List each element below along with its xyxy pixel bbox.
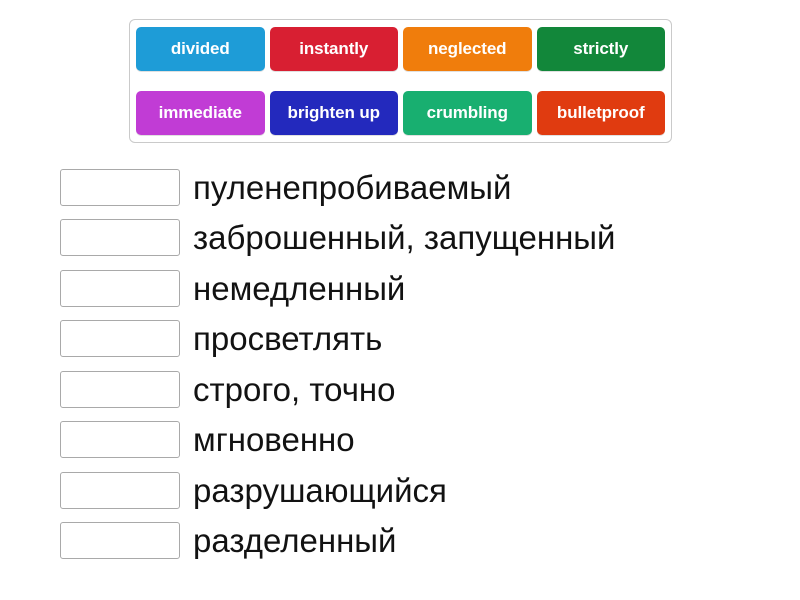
word-bank-panel: divided instantly neglected strictly imm… xyxy=(129,19,672,143)
prompt-text: немедленный xyxy=(193,269,406,307)
drop-zone[interactable] xyxy=(60,370,180,408)
word-tile-immediate[interactable]: immediate xyxy=(136,91,265,135)
answer-list: пуленепробиваемый заброшенный, запущенны… xyxy=(0,162,800,566)
drop-zone[interactable] xyxy=(60,269,180,307)
prompt-text: просветлять xyxy=(193,320,383,358)
answer-row: немедленный xyxy=(0,263,800,314)
drop-zone[interactable] xyxy=(60,522,180,560)
word-tile-crumbling[interactable]: crumbling xyxy=(403,91,532,135)
word-tile-strictly[interactable]: strictly xyxy=(536,27,665,71)
word-tile-brighten-up[interactable]: brighten up xyxy=(269,91,398,135)
answer-row: просветлять xyxy=(0,314,800,365)
answer-row: заброшенный, запущенный xyxy=(0,213,800,264)
word-tile-bulletproof[interactable]: bulletproof xyxy=(536,91,665,135)
word-tile-divided[interactable]: divided xyxy=(136,27,265,71)
drop-zone[interactable] xyxy=(60,320,180,358)
prompt-text: заброшенный, запущенный xyxy=(193,219,616,257)
answer-row: пуленепробиваемый xyxy=(0,162,800,213)
word-bank-row-2: immediate brighten up crumbling bulletpr… xyxy=(136,91,665,135)
prompt-text: строго, точно xyxy=(193,370,396,408)
drop-zone[interactable] xyxy=(60,471,180,509)
prompt-text: пуленепробиваемый xyxy=(193,168,512,206)
word-tile-neglected[interactable]: neglected xyxy=(403,27,532,71)
word-tile-instantly[interactable]: instantly xyxy=(269,27,398,71)
drop-zone[interactable] xyxy=(60,168,180,206)
answer-row: мгновенно xyxy=(0,415,800,466)
drop-zone[interactable] xyxy=(60,219,180,257)
word-bank-row-1: divided instantly neglected strictly xyxy=(136,27,665,71)
answer-row: разделенный xyxy=(0,516,800,567)
prompt-text: разделенный xyxy=(193,522,397,560)
answer-row: разрушающийся xyxy=(0,465,800,516)
prompt-text: мгновенно xyxy=(193,421,355,459)
answer-row: строго, точно xyxy=(0,364,800,415)
drop-zone[interactable] xyxy=(60,421,180,459)
prompt-text: разрушающийся xyxy=(193,471,447,509)
